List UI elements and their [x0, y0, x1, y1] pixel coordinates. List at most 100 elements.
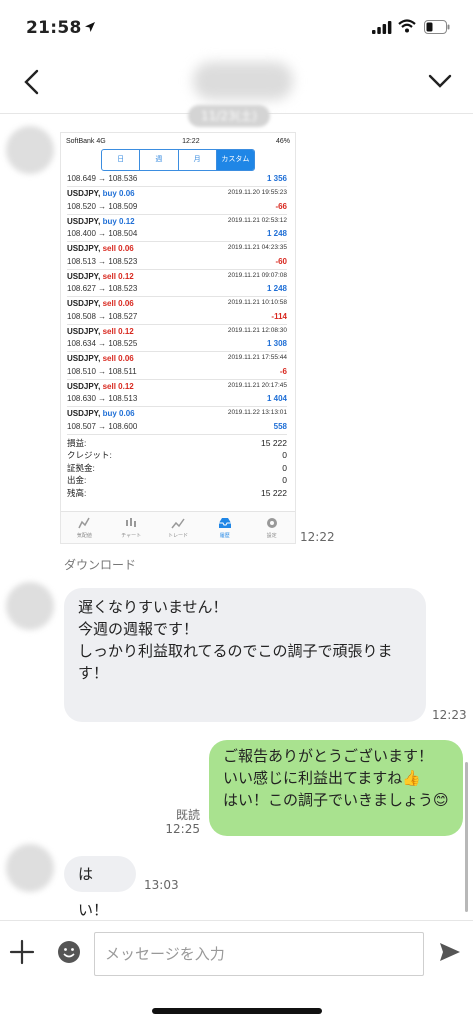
image-bottom-nav: 気配値 チャート トレード 履歴 設定 — [61, 511, 295, 543]
image-nav-label: 設定 — [266, 533, 277, 539]
inbox-icon — [218, 518, 231, 528]
message-line: しっかり利益取れてるのでこの調子で頑張りま — [78, 642, 393, 660]
received-message-bubble[interactable]: 遅くなりすいません！ 今週の週報です！ しっかり利益取れてるのでこの調子で頑張り… — [64, 588, 426, 722]
trade-profit: -114 — [271, 311, 287, 321]
image-time: 12:22 — [182, 137, 200, 145]
trade-symbol: USDJPY, sell 0.06 — [67, 299, 134, 308]
trade-direction: buy 0.06 — [102, 189, 135, 198]
trade-symbol: USDJPY, sell 0.06 — [67, 354, 134, 363]
summary-row-margin: 証拠金: 0 — [67, 462, 287, 475]
image-nav-history: 履歴 — [201, 512, 248, 543]
avatar[interactable] — [6, 844, 54, 892]
trade-prices: 108.510 → 108.511 — [67, 366, 137, 376]
trade-profit: 1 404 — [266, 394, 287, 403]
trade-datetime: 2019.11.22 13:13:01 — [227, 409, 287, 416]
chevron-down-icon[interactable] — [427, 70, 453, 92]
trade-row: USDJPY, buy 0.12 2019.11.21 02:53:12 108.4… — [67, 215, 287, 242]
message-line: はい！この調子でいきましょう😊 — [223, 791, 449, 809]
status-bar: 21:58 — [0, 0, 473, 56]
image-nav-label: トレード — [167, 533, 188, 539]
trade-prices: 108.508 → 108.527 — [67, 311, 138, 321]
summary-value: 15 222 — [261, 437, 287, 448]
trade-row: USDJPY, sell 0.06 2019.11.21 17:55:44 108.… — [67, 352, 287, 380]
message-line: 今週の週報です！ — [78, 620, 199, 638]
plus-icon[interactable] — [8, 938, 36, 966]
trade-direction: sell 0.06 — [102, 354, 134, 363]
trade-direction: sell 0.12 — [102, 381, 134, 391]
trade-prices: 108.513 → 108.523 — [67, 256, 138, 266]
trade-row: USDJPY, sell 0.06 2019.11.21 10:10:58 108.… — [67, 297, 287, 325]
image-nav-settings: 設定 — [248, 512, 295, 543]
trade-datetime: 2019.11.21 20:17:45 — [227, 381, 287, 389]
back-chevron-icon[interactable] — [20, 68, 44, 96]
sent-message-bubble[interactable]: ご報告ありがとうございます！ いい感じに利益出てますね👍 はい！この調子でいきま… — [209, 740, 463, 836]
image-nav-trade: トレード — [155, 512, 202, 543]
image-nav-label: チャート — [121, 533, 142, 539]
trade-direction: sell 0.06 — [102, 299, 134, 308]
trade-symbol: USDJPY, buy 0.06 — [67, 409, 135, 418]
trade-history-list: 108.649 → 108.536 1 356 USDJPY, buy 0.06… — [61, 171, 295, 435]
summary-label: 損益: — [67, 437, 87, 448]
trade-row: USDJPY, sell 0.06 2019.11.21 04:23:35 108.… — [67, 242, 287, 270]
home-indicator — [152, 1008, 322, 1014]
send-icon[interactable] — [438, 940, 462, 964]
trade-icon — [171, 518, 185, 529]
image-nav-label: 履歴 — [219, 533, 230, 539]
trade-profit: 1 356 — [266, 174, 287, 183]
trade-profit: 1 248 — [266, 229, 287, 238]
summary-label: 残高: — [67, 487, 87, 498]
gear-icon — [266, 518, 277, 528]
scrollbar[interactable] — [465, 762, 468, 912]
trade-prices: 108.649 → 108.536 — [67, 174, 138, 183]
candlestick-icon — [126, 518, 137, 527]
trade-profit: 558 — [273, 421, 287, 431]
trade-datetime: 2019.11.21 02:53:12 — [227, 216, 287, 224]
trade-row: 108.649 → 108.536 1 356 — [67, 173, 287, 187]
trade-symbol: USDJPY, buy 0.12 — [67, 216, 135, 226]
image-tab-week: 週 — [140, 150, 179, 170]
quotes-icon — [78, 517, 91, 529]
trade-prices: 108.520 → 108.509 — [67, 201, 138, 211]
trade-datetime: 2019.11.20 19:55:23 — [227, 189, 287, 196]
trade-symbol: USDJPY, sell 0.06 — [67, 244, 134, 253]
read-receipt: 既読 — [175, 808, 200, 822]
trade-profit: -60 — [275, 256, 287, 266]
summary-row-withdrawal: 出金: 0 — [67, 474, 287, 487]
trade-symbol: USDJPY, sell 0.12 — [67, 271, 134, 281]
message-line: いい感じに利益出てますね👍 — [223, 769, 421, 787]
account-summary: 損益: 15 222 クレジット: 0 証拠金: 0 出金: 0 残高: 15 222 — [61, 435, 295, 500]
trade-symbol: USDJPY, sell 0.12 — [67, 326, 134, 336]
download-link[interactable]: ダウンロード — [64, 556, 136, 573]
trade-datetime: 2019.11.21 10:10:58 — [227, 299, 287, 306]
image-carrier: SoftBank 4G — [66, 137, 106, 145]
chat-title-blurred[interactable] — [193, 62, 293, 100]
wifi-icon — [398, 19, 416, 33]
avatar[interactable] — [6, 582, 54, 630]
trade-datetime: 2019.11.21 17:55:44 — [227, 354, 287, 361]
location-arrow-icon — [85, 22, 95, 32]
message-composer: メッセージを入力 — [0, 920, 473, 984]
message-line: 遅くなりすいません！ — [78, 598, 228, 616]
trade-prices: 108.627 → 108.523 — [67, 284, 138, 293]
battery-icon — [424, 20, 450, 34]
message-timestamp: 13:03 — [144, 878, 179, 892]
image-nav-quotes: 気配値 — [61, 512, 108, 543]
message-timestamp: 12:23 — [432, 708, 467, 722]
received-message-bubble[interactable]: はい！ — [64, 856, 136, 919]
summary-row-balance: 残高: 15 222 — [67, 487, 287, 500]
emoji-icon[interactable] — [57, 940, 81, 964]
trade-row: USDJPY, buy 0.06 2019.11.22 13:13:01 108.5… — [67, 407, 287, 435]
trade-datetime: 2019.11.21 04:23:35 — [227, 244, 287, 251]
trade-datetime: 2019.11.21 12:08:30 — [227, 326, 287, 334]
message-input[interactable]: メッセージを入力 — [94, 932, 424, 976]
summary-row-credit: クレジット: 0 — [67, 449, 287, 462]
image-tab-custom: カスタム — [216, 150, 254, 170]
trade-row: USDJPY, sell 0.12 2019.11.21 20:17:45 108.… — [67, 380, 287, 407]
summary-value: 0 — [282, 450, 287, 460]
shared-image[interactable]: SoftBank 4G 12:22 46% 日 週 月 カスタム 108.649… — [60, 132, 296, 544]
trade-direction: buy 0.12 — [102, 216, 135, 226]
trade-profit: 1 248 — [266, 284, 287, 293]
trade-prices: 108.630 → 108.513 — [67, 394, 138, 403]
avatar[interactable] — [6, 126, 54, 174]
image-nav-label: 気配値 — [76, 533, 92, 539]
